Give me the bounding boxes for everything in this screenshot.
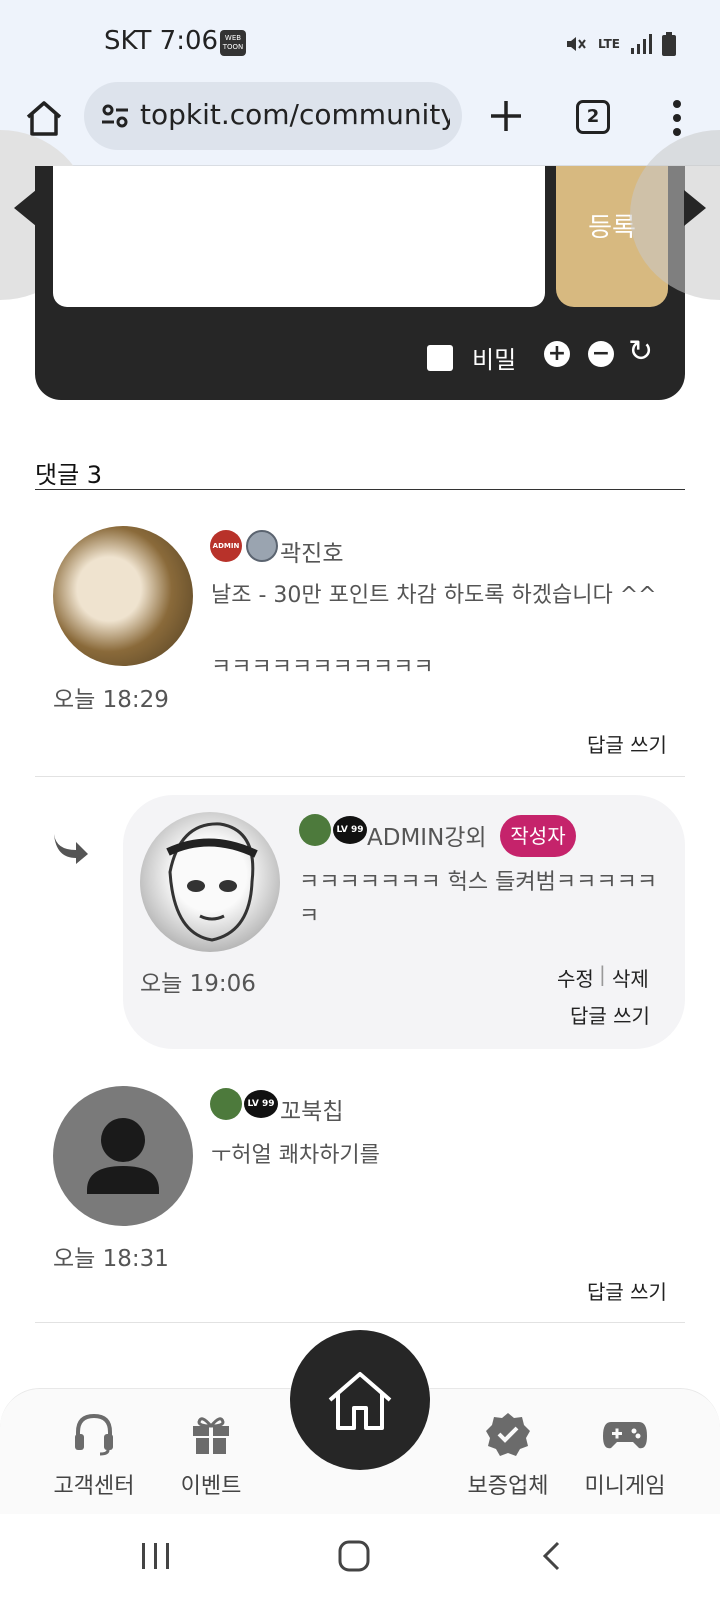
comment-text: ㅋㅋㅋㅋㅋㅋㅋ 헉스 들켜범ㅋㅋㅋㅋㅋ [299, 870, 658, 895]
comment-author[interactable]: 꼬북칩 [280, 1092, 343, 1126]
secret-checkbox[interactable] [427, 345, 453, 371]
comments-count-title: 댓글 3 [35, 461, 103, 489]
nav-label: 보증업체 [467, 1474, 549, 1499]
status-icons: LTE [564, 30, 676, 58]
avatar[interactable] [140, 812, 280, 952]
nav-customer-center[interactable]: 고객센터 [39, 1410, 149, 1500]
comment-divider [35, 776, 685, 777]
default-user-icon [87, 1118, 159, 1194]
status-time: SKT 7:06 [104, 26, 219, 56]
delete-button[interactable]: 삭제 [612, 963, 649, 992]
browser-home-icon[interactable] [22, 96, 66, 140]
zoom-in-button[interactable]: + [544, 341, 570, 367]
carousel-prev-arrow[interactable] [14, 190, 36, 226]
webtoon-notification-icon: WEB TOON [220, 30, 246, 56]
comment-textarea[interactable] [53, 166, 545, 307]
network-label: LTE [597, 37, 620, 51]
back-icon[interactable] [538, 1540, 566, 1572]
battery-icon [662, 32, 676, 56]
reply-button[interactable]: 답글 쓰기 [587, 1276, 667, 1305]
verified-badge-icon [486, 1413, 530, 1456]
admin-badge-icon: ADMIN [210, 530, 242, 562]
rank-badge-icon [246, 530, 278, 562]
nav-verified-partners[interactable]: 보증업체 [453, 1410, 563, 1500]
comment-time: 오늘 18:29 [53, 687, 169, 713]
edit-button[interactable]: 수정 [557, 963, 594, 992]
nav-event[interactable]: 이벤트 [156, 1410, 266, 1500]
comment-text: 날조 - 30만 포인트 차감 하도록 하겠습니다 ^^ [211, 583, 657, 608]
comments-header-rule [35, 489, 685, 490]
secret-label: 비밀 [472, 346, 517, 374]
anime-portrait-icon [166, 822, 258, 942]
comment-author[interactable]: 곽진호 [280, 534, 343, 568]
home-button[interactable] [290, 1330, 430, 1470]
recent-apps-icon[interactable] [138, 1540, 174, 1572]
soldier-badge-icon [210, 1088, 242, 1120]
nav-label: 미니게임 [584, 1474, 666, 1499]
comment-author[interactable]: ADMIN강외 [367, 818, 487, 852]
carousel-next-arrow[interactable] [684, 190, 706, 226]
home-icon [328, 1372, 392, 1430]
reply-arrow-icon [54, 834, 88, 864]
more-menu-icon[interactable] [664, 98, 690, 138]
gift-icon [193, 1417, 229, 1454]
soldier-badge-icon [299, 814, 331, 846]
mute-icon [566, 37, 586, 51]
author-tag: 작성자 [500, 815, 576, 857]
level-badge-icon: LV 99 [244, 1090, 278, 1118]
url-text[interactable]: topkit.com/community/ [140, 98, 450, 131]
comment-text: ㅋ [299, 904, 320, 929]
level-badge-icon: LV 99 [333, 816, 367, 844]
avatar[interactable] [53, 526, 193, 666]
new-tab-icon[interactable] [486, 96, 526, 136]
nav-minigame[interactable]: 미니게임 [570, 1410, 680, 1500]
site-settings-icon[interactable] [100, 102, 130, 130]
reply-button[interactable]: 답글 쓰기 [587, 729, 667, 758]
tab-switcher-button[interactable]: 2 [576, 100, 610, 134]
nav-label: 이벤트 [180, 1474, 242, 1499]
gamepad-icon [603, 1422, 647, 1449]
comment-text: ㅜ허얼 쾌차하기를 [211, 1143, 380, 1168]
comment-time: 오늘 18:31 [53, 1246, 169, 1272]
zoom-out-button[interactable]: − [588, 341, 614, 367]
comment-text: ㅋㅋㅋㅋㅋㅋㅋㅋㅋㅋㅋ [211, 655, 434, 680]
system-home-icon[interactable] [336, 1538, 372, 1574]
action-separator: | [599, 962, 606, 986]
refresh-button[interactable]: ↻ [628, 334, 653, 369]
comment-time: 오늘 19:06 [140, 971, 256, 997]
headset-icon [75, 1413, 113, 1456]
signal-icon [631, 34, 652, 54]
avatar[interactable] [53, 1086, 193, 1226]
nav-label: 고객센터 [53, 1474, 135, 1499]
reply-button[interactable]: 답글 쓰기 [570, 1000, 650, 1029]
comment-divider [35, 1322, 685, 1323]
